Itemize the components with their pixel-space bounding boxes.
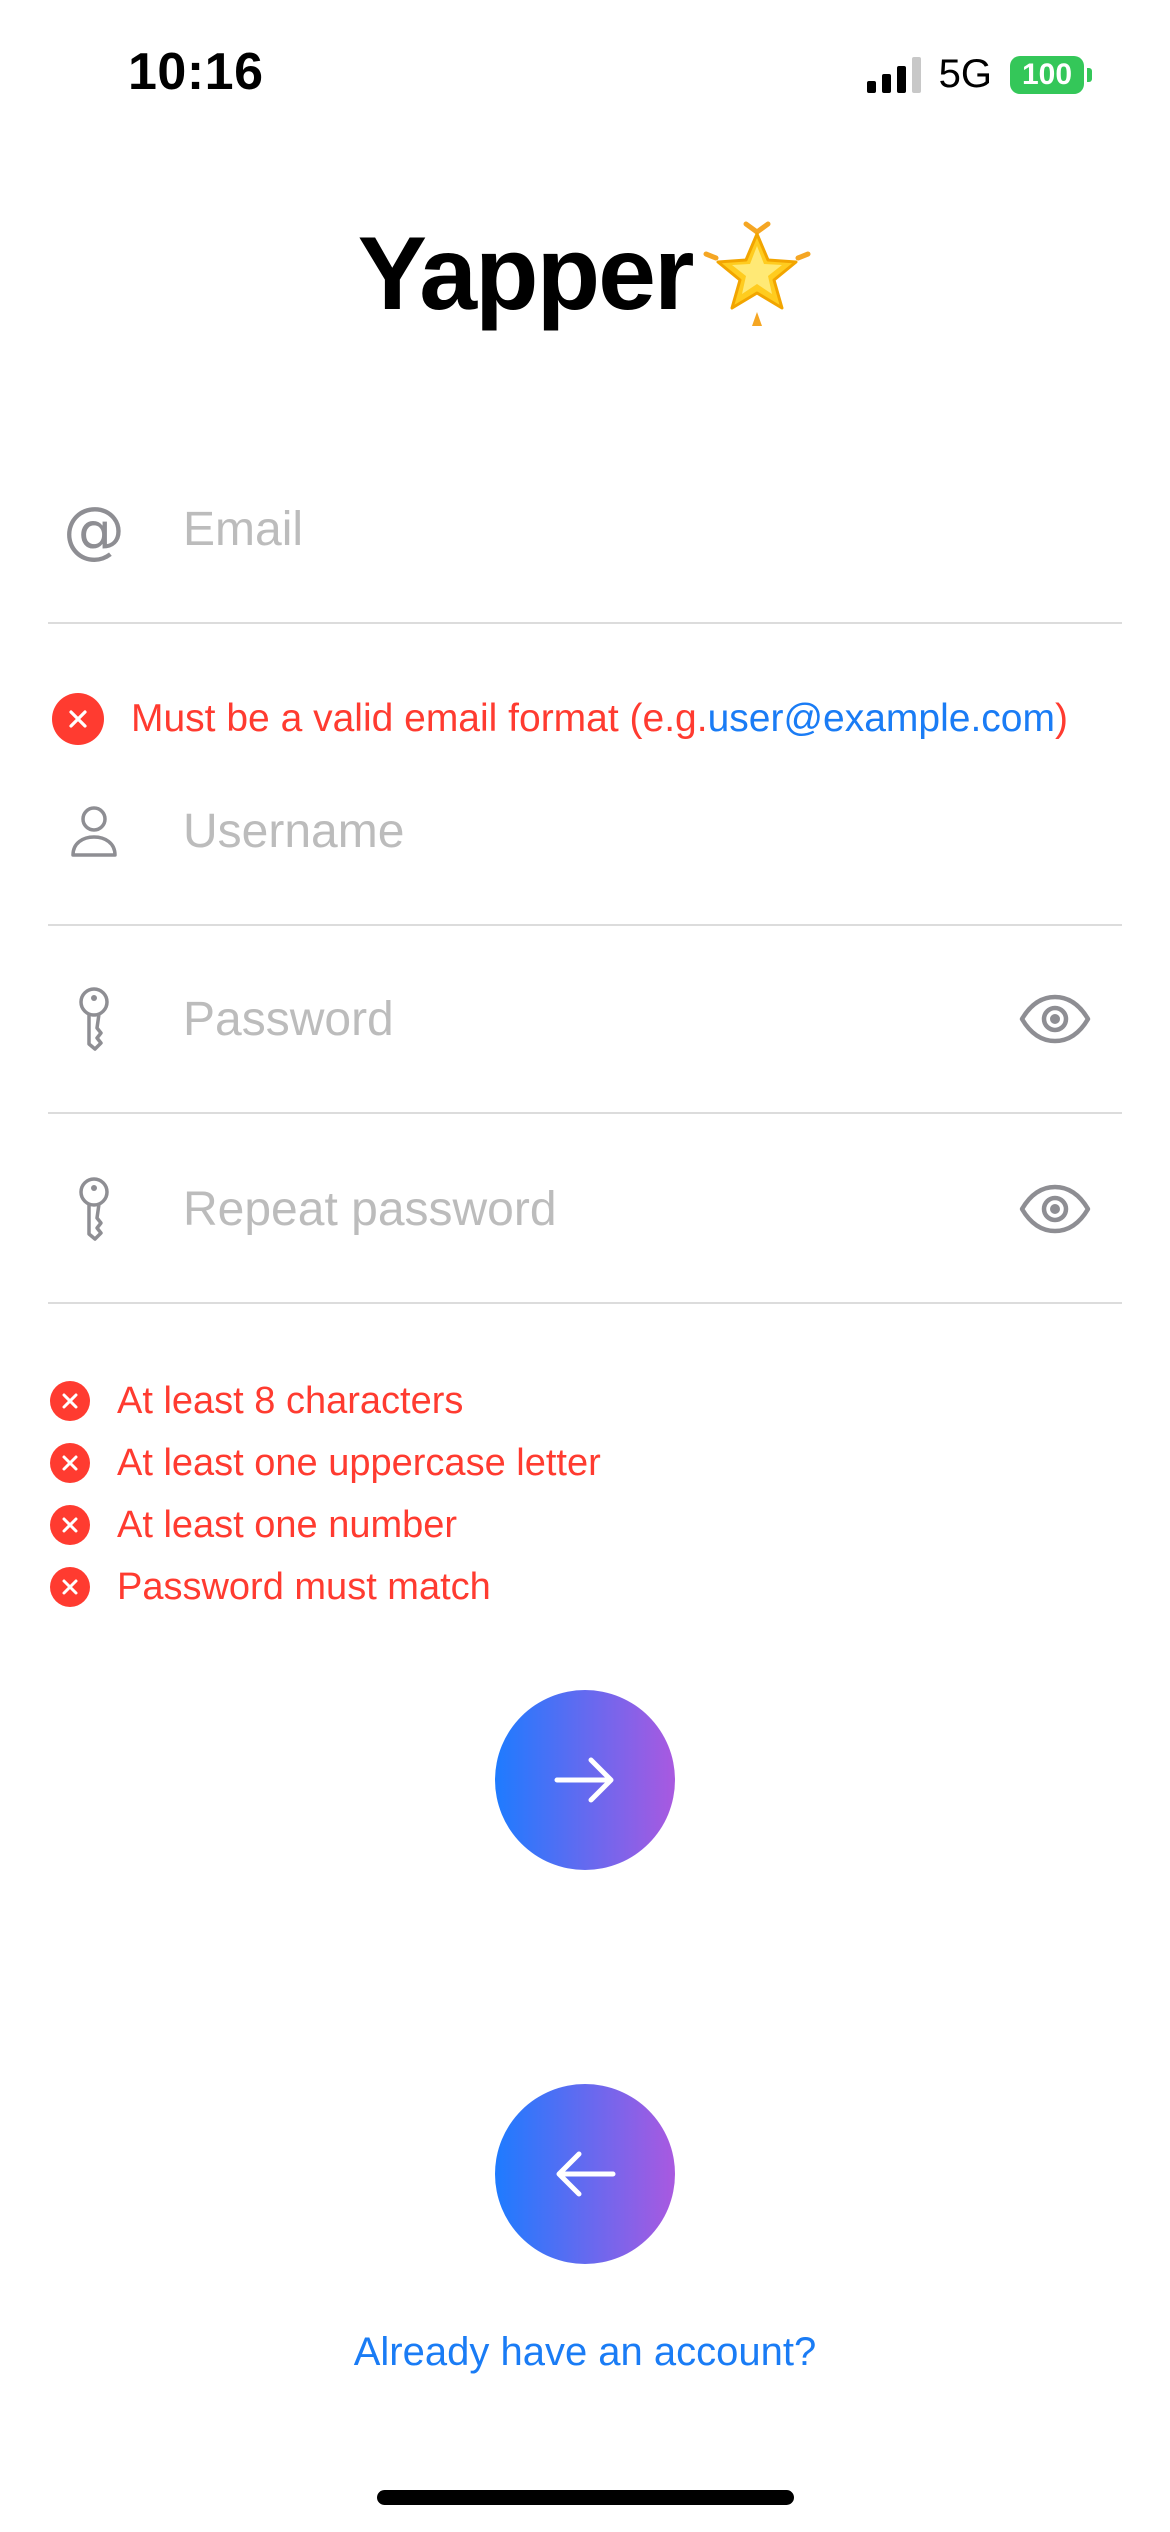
email-error-prefix: Must be a valid email format (e.g. (131, 697, 708, 740)
password-requirements: At least 8 characters At least one upper… (50, 1370, 601, 1618)
show-repeat-password-eye-icon[interactable] (1018, 1184, 1092, 1234)
battery-icon: 100 (1010, 55, 1092, 94)
requirement-label: Password must match (117, 1565, 491, 1608)
at-sign-icon: @ (63, 492, 125, 566)
status-indicators: 5G 100 (866, 52, 1092, 97)
arrow-right-icon (554, 1757, 614, 1803)
error-icon (50, 1505, 90, 1545)
glowing-star-icon (703, 221, 811, 326)
requirement-item: At least one uppercase letter (50, 1432, 601, 1494)
requirement-item: At least one number (50, 1494, 601, 1556)
back-button[interactable] (495, 2084, 675, 2264)
password-field (48, 926, 1122, 1114)
status-time: 10:16 (128, 43, 264, 101)
requirement-item: At least 8 characters (50, 1370, 601, 1432)
person-icon (58, 795, 130, 867)
next-button[interactable] (495, 1690, 675, 1870)
key-icon (58, 983, 130, 1055)
email-input[interactable] (183, 489, 983, 569)
requirement-item: Password must match (50, 1556, 601, 1618)
network-type: 5G (938, 52, 992, 96)
key-icon (58, 1173, 130, 1245)
email-error-suffix: ) (1054, 697, 1068, 740)
email-field: @ (48, 436, 1122, 624)
password-input[interactable] (183, 979, 983, 1059)
username-input[interactable] (183, 791, 983, 871)
home-indicator[interactable] (377, 2490, 794, 2505)
cellular-signal-icon (866, 56, 921, 93)
error-icon (50, 1567, 90, 1607)
show-password-eye-icon[interactable] (1018, 994, 1092, 1044)
already-have-account-link[interactable]: Already have an account? (0, 2330, 1170, 2375)
requirement-label: At least 8 characters (117, 1379, 464, 1422)
repeat-password-field (48, 1116, 1122, 1304)
arrow-left-icon (556, 2151, 616, 2197)
app-logo: Yapper (0, 215, 1170, 334)
error-icon (50, 1381, 90, 1421)
requirement-label: At least one number (117, 1503, 458, 1546)
username-field (48, 738, 1122, 926)
email-example-link[interactable]: user@example.com (708, 697, 1055, 741)
error-icon (50, 1443, 90, 1483)
repeat-password-input[interactable] (183, 1169, 983, 1249)
app-name: Yapper (357, 216, 695, 332)
requirement-label: At least one uppercase letter (117, 1441, 601, 1484)
battery-level: 100 (1010, 55, 1084, 94)
